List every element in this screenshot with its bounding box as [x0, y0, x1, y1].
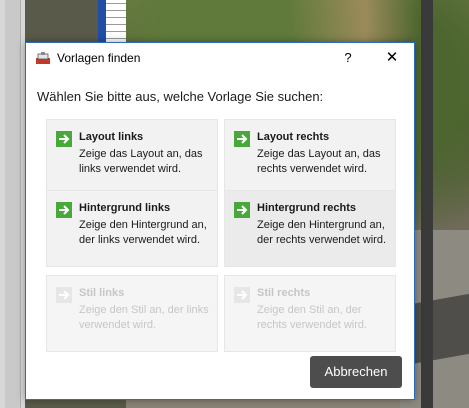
option-description: Zeige den Hintergrund an, der rechts ver…: [257, 219, 386, 246]
option-title: Hintergrund links: [79, 202, 171, 214]
option-title: Stil rechts: [257, 287, 311, 299]
background-blue-bar: [98, 0, 106, 45]
cancel-button[interactable]: Abbrechen: [310, 356, 402, 388]
arrow-right-icon: [56, 131, 72, 147]
option-layout-right[interactable]: Layout rechts Zeige das Layout an, das r…: [224, 119, 396, 196]
background-pole: [421, 0, 433, 408]
option-description: Zeige den Hintergrund an, der links verw…: [79, 219, 207, 246]
option-description: Zeige das Layout an, das links verwendet…: [79, 148, 203, 175]
arrow-right-icon: [234, 131, 250, 147]
option-style-right[interactable]: Stil rechts Zeige den Stil an, der recht…: [224, 275, 396, 352]
option-title: Stil links: [79, 287, 125, 299]
option-title: Layout links: [79, 131, 144, 143]
arrow-right-icon: [56, 202, 72, 218]
arrow-right-icon: [234, 287, 250, 303]
background-scrollbar: [5, 0, 21, 408]
close-button[interactable]: ✕: [380, 48, 404, 68]
app-icon: [36, 52, 50, 64]
option-title: Hintergrund rechts: [257, 202, 357, 214]
dialog-prompt: Wählen Sie bitte aus, welche Vorlage Sie…: [37, 89, 324, 104]
background-grid: [106, 0, 126, 45]
arrow-right-icon: [56, 287, 72, 303]
find-template-dialog: Vorlagen finden ? ✕ Wählen Sie bitte aus…: [25, 42, 415, 400]
option-title: Layout rechts: [257, 131, 330, 143]
option-background-left[interactable]: Hintergrund links Zeige den Hintergrund …: [46, 190, 218, 267]
option-layout-left[interactable]: Layout links Zeige das Layout an, das li…: [46, 119, 218, 196]
dialog-title: Vorlagen finden: [57, 51, 141, 65]
arrow-right-icon: [234, 202, 250, 218]
title-bar[interactable]: Vorlagen finden ? ✕: [26, 43, 414, 73]
option-description: Zeige den Stil an, der links verwendet w…: [79, 304, 209, 331]
option-background-right[interactable]: Hintergrund rechts Zeige den Hintergrund…: [224, 190, 396, 267]
option-description: Zeige den Stil an, der rechts verwendet …: [257, 304, 368, 331]
help-button[interactable]: ?: [338, 48, 358, 68]
option-style-left[interactable]: Stil links Zeige den Stil an, der links …: [46, 275, 218, 352]
option-description: Zeige das Layout an, das rechts verwende…: [257, 148, 381, 175]
